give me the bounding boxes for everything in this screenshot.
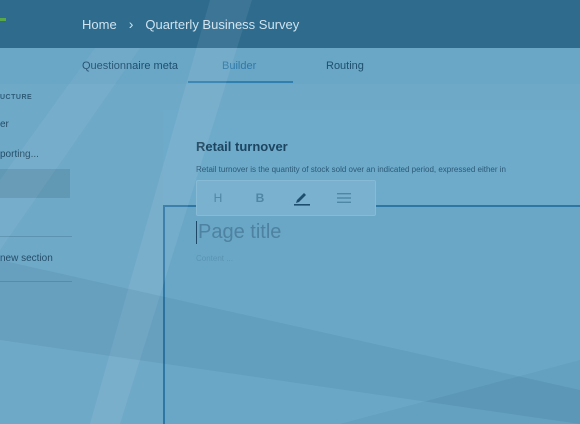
sidebar-item-reporting[interactable]: porting... [0,149,39,160]
sidebar-divider [0,281,72,282]
breadcrumb-home-link[interactable]: Home [82,17,117,32]
highlight-pen-icon[interactable] [281,180,323,216]
sidebar-item-selected[interactable] [0,169,70,198]
heading-button[interactable]: H [197,180,239,216]
question-title: Retail turnover [196,139,288,154]
sidebar-divider [0,236,72,237]
breadcrumb-separator-icon: › [128,16,134,32]
top-header: Home › Quarterly Business Survey [0,0,580,48]
structure-sidebar: UCTURE er porting... new section [0,84,82,424]
page-title-input[interactable]: Page title [196,221,281,244]
tab-bar: Questionnaire meta Builder Routing [0,48,580,84]
tab-questionnaire-meta[interactable]: Questionnaire meta [82,48,178,84]
brand-logo[interactable] [0,18,6,21]
question-description: Retail turnover is the quantity of stock… [196,165,506,174]
breadcrumb: Home › Quarterly Business Survey [82,0,299,48]
content-input[interactable]: Content ... [196,254,233,263]
list-icon[interactable] [323,180,365,216]
main-header-strip [82,84,580,110]
active-tab-indicator [188,81,293,83]
sidebar-heading: UCTURE [0,94,33,101]
sidebar-item-section[interactable]: er [0,119,9,130]
bold-button[interactable]: B [239,180,281,216]
tab-routing[interactable]: Routing [326,48,364,84]
formatting-toolbar: H B [196,180,376,216]
add-new-section-button[interactable]: new section [0,253,53,264]
breadcrumb-survey-link[interactable]: Quarterly Business Survey [145,17,299,32]
tab-builder[interactable]: Builder [222,48,256,84]
